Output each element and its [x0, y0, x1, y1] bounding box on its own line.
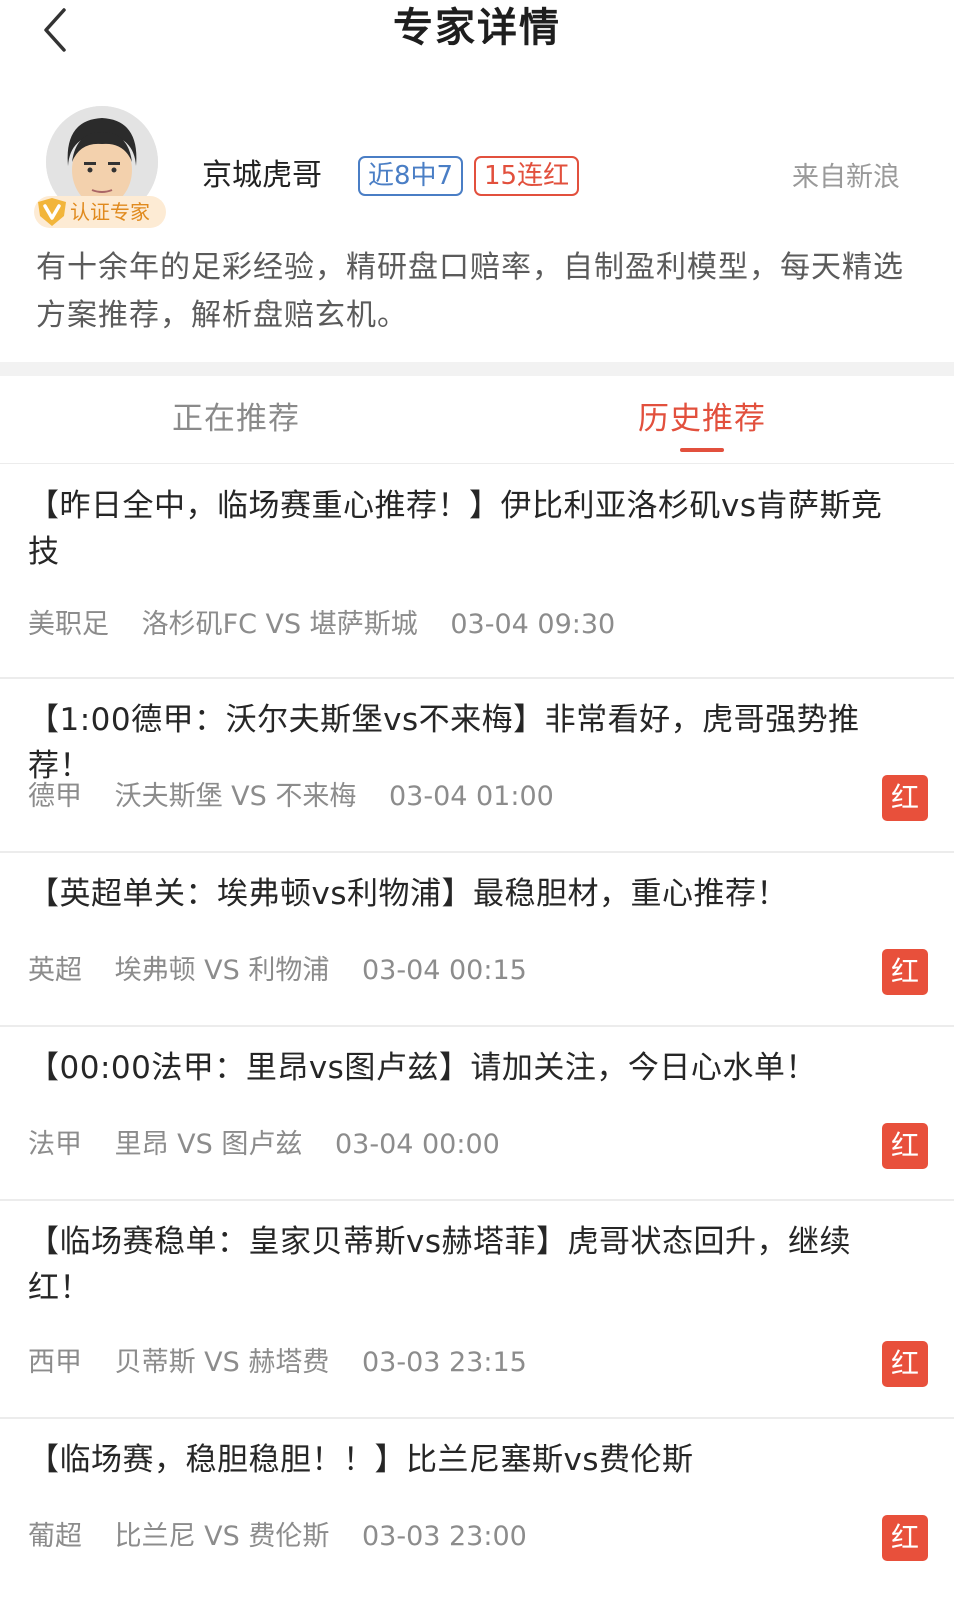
source-label: 来自新浪 — [792, 162, 900, 193]
item-meta: 美职足 洛杉矶FC VS 堪萨斯城 03-04 09:30 — [28, 605, 639, 645]
expert-profile: 认证专家 京城虎哥 近8中7 15连红 来自新浪 有十余年的足彩经验，精研盘口赔… — [0, 62, 954, 362]
tab-current-recommendations[interactable]: 正在推荐 — [172, 396, 300, 442]
item-title: 【临场赛，稳胆稳胆！！】比兰尼塞斯vs费伦斯 — [28, 1442, 694, 1478]
result-badge: 红 — [882, 949, 928, 995]
item-match: 里昂 VS 图卢兹 — [114, 1129, 303, 1160]
hit-rate-tag: 近8中7 — [358, 156, 464, 196]
active-tab-indicator — [680, 448, 724, 452]
list-item[interactable]: 【1:00德甲：沃尔夫斯堡vs不来梅】非常看好，虎哥强势推荐！ 德甲 沃夫斯堡 … — [0, 679, 954, 853]
item-match: 洛杉矶FC VS 堪萨斯城 — [141, 609, 418, 640]
list-item[interactable]: 【临场赛，稳胆稳胆！！】比兰尼塞斯vs费伦斯 葡超 比兰尼 VS 费伦斯 03-… — [0, 1419, 954, 1600]
item-league: 美职足 — [28, 609, 109, 640]
result-badge: 红 — [882, 1123, 928, 1169]
item-meta: 英超 埃弗顿 VS 利物浦 03-04 00:15 — [28, 951, 551, 991]
item-title: 【临场赛稳单：皇家贝蒂斯vs赫塔菲】虎哥状态回升，继续红！ — [28, 1224, 851, 1306]
v-shield-icon — [34, 194, 70, 230]
page-title: 专家详情 — [393, 5, 561, 51]
streak-tag: 15连红 — [474, 156, 580, 196]
item-title: 【英超单关：埃弗顿vs利物浦】最稳胆材，重心推荐！ — [28, 876, 788, 912]
item-title: 【00:00法甲：里昂vs图卢兹】请加关注，今日心水单！ — [28, 1050, 817, 1086]
item-title: 【1:00德甲：沃尔夫斯堡vs不来梅】非常看好，虎哥强势推荐！ — [28, 702, 860, 784]
list-item[interactable]: 【英超单关：埃弗顿vs利物浦】最稳胆材，重心推荐！ 英超 埃弗顿 VS 利物浦 … — [0, 853, 954, 1027]
nav-bar: 专家详情 — [0, 0, 954, 62]
section-divider — [0, 362, 954, 376]
item-league: 葡超 — [28, 1521, 82, 1552]
list-item[interactable]: 【00:00法甲：里昂vs图卢兹】请加关注，今日心水单！ 法甲 里昂 VS 图卢… — [0, 1027, 954, 1201]
result-badge: 红 — [882, 1341, 928, 1387]
item-title: 【昨日全中，临场赛重心推荐！】伊比利亚洛杉矶vs肯萨斯竞技 — [28, 488, 883, 570]
item-match: 比兰尼 VS 费伦斯 — [114, 1521, 330, 1552]
item-league: 英超 — [28, 955, 82, 986]
tab-history-recommendations[interactable]: 历史推荐 — [638, 396, 766, 442]
item-time: 03-03 23:00 — [361, 1521, 527, 1552]
expert-name: 京城虎哥 — [202, 158, 322, 193]
result-badge: 红 — [882, 775, 928, 821]
list-item[interactable]: 【昨日全中，临场赛重心推荐！】伊比利亚洛杉矶vs肯萨斯竞技 美职足 洛杉矶FC … — [0, 465, 954, 679]
item-match: 埃弗顿 VS 利物浦 — [114, 955, 330, 986]
item-time: 03-04 09:30 — [450, 609, 616, 640]
item-time: 03-04 01:00 — [388, 781, 554, 812]
item-meta: 西甲 贝蒂斯 VS 赫塔费 03-03 23:15 — [28, 1343, 551, 1383]
item-time: 03-04 00:15 — [361, 955, 527, 986]
item-league: 德甲 — [28, 781, 82, 812]
item-league: 西甲 — [28, 1347, 82, 1378]
certified-label: 认证专家 — [70, 200, 150, 224]
item-meta: 葡超 比兰尼 VS 费伦斯 03-03 23:00 — [28, 1517, 551, 1557]
list-item[interactable]: 【临场赛稳单：皇家贝蒂斯vs赫塔菲】虎哥状态回升，继续红！ 西甲 贝蒂斯 VS … — [0, 1201, 954, 1419]
item-match: 沃夫斯堡 VS 不来梅 — [114, 781, 357, 812]
item-time: 03-04 00:00 — [334, 1129, 500, 1160]
item-league: 法甲 — [28, 1129, 82, 1160]
certified-badge: 认证专家 — [34, 196, 166, 228]
item-time: 03-03 23:15 — [361, 1347, 527, 1378]
item-meta: 法甲 里昂 VS 图卢兹 03-04 00:00 — [28, 1125, 524, 1165]
item-match: 贝蒂斯 VS 赫塔费 — [114, 1347, 330, 1378]
item-meta: 德甲 沃夫斯堡 VS 不来梅 03-04 01:00 — [28, 777, 578, 817]
recommendation-tabs: 正在推荐 历史推荐 — [0, 376, 954, 464]
expert-bio: 有十余年的足彩经验，精研盘口赔率，自制盈利模型，每天精选方案推荐，解析盘赔玄机。 — [36, 250, 904, 333]
result-badge: 红 — [882, 1515, 928, 1561]
